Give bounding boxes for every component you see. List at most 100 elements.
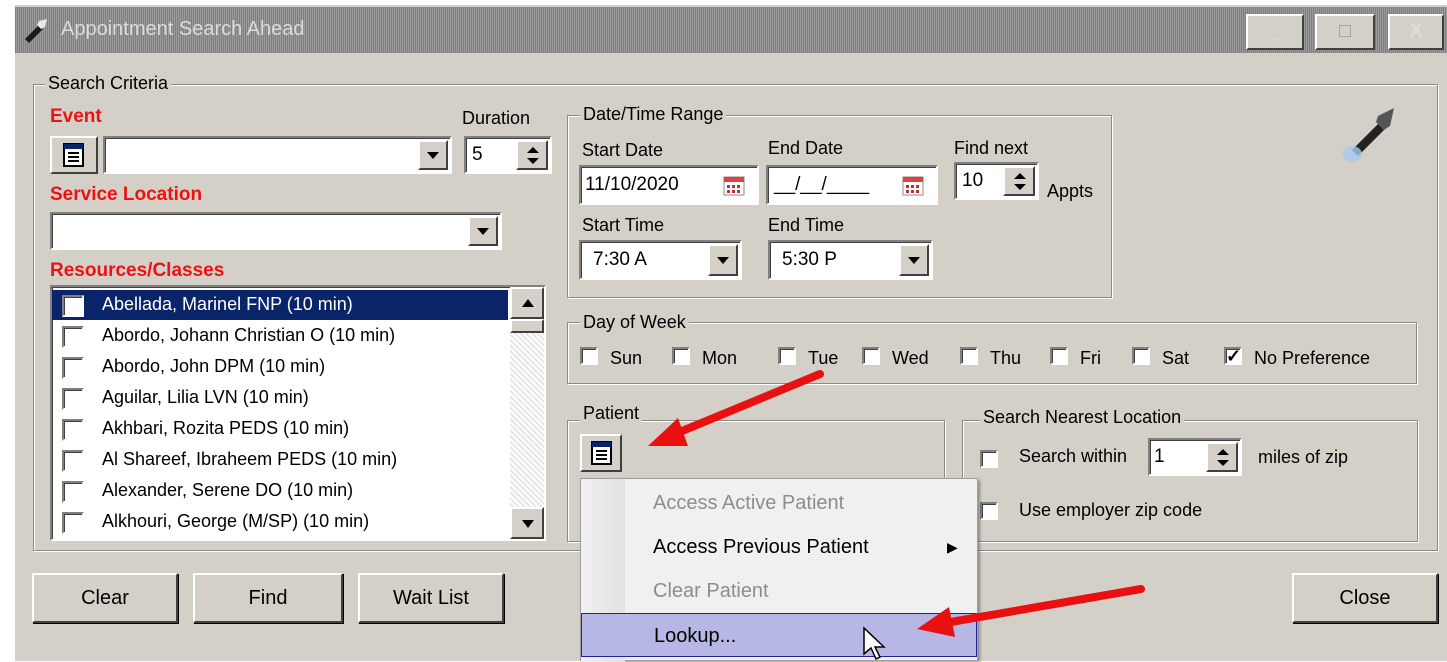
event-dropdown-arrow[interactable] bbox=[418, 140, 448, 170]
find-button[interactable]: Find bbox=[193, 573, 343, 623]
resources-scrollbar[interactable] bbox=[510, 287, 544, 539]
resource-list-item[interactable]: Abordo, John DPM (10 min) bbox=[52, 352, 508, 382]
title-bar[interactable]: Appointment Search Ahead _ □ X bbox=[15, 7, 1447, 53]
duration-value: 5 bbox=[472, 144, 483, 165]
use-employer-zip-label: Use employer zip code bbox=[1019, 500, 1203, 520]
duration-spinner[interactable]: 5 bbox=[464, 136, 552, 174]
resource-list-item[interactable]: Alkhouri, George (M/SP) (10 min) bbox=[52, 507, 508, 537]
end-date-value: __/__/____ bbox=[774, 174, 870, 195]
resource-list-item[interactable]: Abellada, Marinel FNP (10 min) bbox=[52, 290, 508, 320]
search-within-value: 1 bbox=[1154, 446, 1165, 467]
appts-label: Appts bbox=[1047, 181, 1094, 201]
resource-checkbox[interactable] bbox=[62, 326, 84, 348]
menu-item-access-active-patient[interactable]: Access Active Patient bbox=[581, 481, 977, 525]
resource-checkbox[interactable] bbox=[62, 357, 84, 379]
day-label: No Preference bbox=[1254, 348, 1371, 368]
document-list-icon bbox=[63, 143, 84, 167]
menu-item-access-previous-patient[interactable]: Access Previous Patient ▶ bbox=[581, 525, 977, 569]
menu-item-label: Access Active Patient bbox=[653, 492, 845, 514]
use-employer-zip-checkbox[interactable] bbox=[980, 502, 998, 520]
start-time-label: Start Time bbox=[582, 215, 665, 235]
resource-checkbox[interactable] bbox=[62, 419, 84, 441]
service-location-label: Service Location bbox=[50, 184, 203, 205]
search-within-spinner[interactable]: 1 bbox=[1148, 438, 1242, 476]
resource-list-item[interactable]: Abordo, Johann Christian O (10 min) bbox=[52, 321, 508, 351]
resources-list-rows: Abellada, Marinel FNP (10 min) Abordo, Jo… bbox=[52, 287, 510, 539]
day-checkbox-sat[interactable] bbox=[1132, 347, 1150, 365]
resource-label: Alkhouri, George (M/SP) (10 min) bbox=[102, 511, 370, 531]
day-label: Thu bbox=[990, 348, 1022, 368]
event-lookup-button[interactable] bbox=[50, 136, 98, 174]
start-date-value: 11/10/2020 bbox=[585, 174, 679, 195]
resource-checkbox[interactable] bbox=[62, 512, 84, 534]
menu-item-label: Lookup... bbox=[654, 625, 737, 647]
day-checkbox-no-preference[interactable]: ✓ bbox=[1224, 347, 1242, 365]
arrow-annotation-icon bbox=[917, 585, 1145, 637]
find-next-label: Find next bbox=[954, 138, 1029, 158]
minimize-button[interactable]: _ bbox=[1246, 14, 1304, 50]
duration-spin-buttons[interactable] bbox=[516, 140, 548, 170]
calendar-icon[interactable] bbox=[723, 176, 745, 196]
resource-checkbox[interactable] bbox=[62, 481, 84, 503]
miles-of-zip-label: miles of zip bbox=[1258, 447, 1349, 467]
resource-list-item[interactable]: Akhbari, Rozita PEDS (10 min) bbox=[52, 414, 508, 444]
service-location-dropdown[interactable] bbox=[50, 212, 502, 250]
resource-checkbox[interactable] bbox=[62, 388, 84, 410]
flashlight-icon bbox=[1342, 108, 1394, 162]
day-label: Wed bbox=[892, 348, 929, 368]
menu-item-label: Clear Patient bbox=[653, 580, 769, 602]
start-time-dropdown-arrow[interactable] bbox=[708, 244, 738, 276]
start-time-dropdown[interactable]: 7:30 A bbox=[579, 240, 742, 280]
day-label: Sat bbox=[1162, 348, 1190, 368]
spin-arrows-icon bbox=[1014, 173, 1026, 190]
window-title: Appointment Search Ahead bbox=[61, 18, 305, 40]
wait-list-button[interactable]: Wait List bbox=[358, 573, 504, 623]
spin-arrows-icon bbox=[527, 147, 539, 164]
event-label: Event bbox=[50, 106, 102, 127]
menu-item-label: Access Previous Patient bbox=[653, 536, 869, 558]
day-of-week-label: Day of Week bbox=[580, 312, 689, 333]
resource-checkbox[interactable] bbox=[62, 295, 84, 317]
day-checkbox-thu[interactable] bbox=[960, 347, 978, 365]
end-date-field[interactable]: __/__/____ bbox=[766, 165, 938, 205]
resources-list[interactable]: Abellada, Marinel FNP (10 min) Abordo, Jo… bbox=[50, 285, 546, 541]
search-within-label: Search within bbox=[1019, 446, 1128, 466]
find-next-value: 10 bbox=[962, 170, 984, 191]
arrow-down-icon bbox=[522, 520, 534, 528]
find-next-spinner[interactable]: 10 bbox=[954, 162, 1039, 200]
document-list-icon bbox=[591, 441, 612, 465]
resource-list-item[interactable]: Aguilar, Lilia LVN (10 min) bbox=[52, 383, 508, 413]
day-checkbox-fri[interactable] bbox=[1050, 347, 1068, 365]
clear-button[interactable]: Clear bbox=[32, 573, 178, 623]
nearest-location-label: Search Nearest Location bbox=[980, 407, 1185, 428]
resource-list-item[interactable]: Al Shareef, Ibraheem PEDS (10 min) bbox=[52, 445, 508, 475]
start-date-field[interactable]: 11/10/2020 bbox=[579, 165, 759, 205]
end-time-dropdown[interactable]: 5:30 P bbox=[768, 240, 933, 280]
scroll-up-button[interactable] bbox=[510, 287, 544, 319]
day-checkbox-wed[interactable] bbox=[862, 347, 880, 365]
search-within-checkbox[interactable] bbox=[980, 450, 998, 468]
maximize-button[interactable]: □ bbox=[1315, 14, 1375, 50]
scroll-thumb[interactable] bbox=[510, 319, 544, 333]
resource-label: Alexander, Serene DO (10 min) bbox=[102, 480, 354, 500]
day-checkbox-sun[interactable] bbox=[580, 347, 598, 365]
resource-label: Abordo, John DPM (10 min) bbox=[102, 356, 326, 376]
close-window-button[interactable]: X bbox=[1388, 14, 1444, 50]
event-dropdown[interactable] bbox=[103, 136, 452, 174]
datetime-range-label: Date/Time Range bbox=[580, 104, 727, 125]
spin-arrows-icon bbox=[1217, 449, 1229, 466]
calendar-icon[interactable] bbox=[902, 176, 924, 196]
close-button[interactable]: Close bbox=[1292, 573, 1438, 623]
patient-menu-button[interactable] bbox=[580, 434, 622, 472]
resource-list-item[interactable]: Alexander, Serene DO (10 min) bbox=[52, 476, 508, 506]
search-within-spin-buttons[interactable] bbox=[1206, 442, 1238, 472]
scroll-down-button[interactable] bbox=[510, 507, 544, 539]
end-time-dropdown-arrow[interactable] bbox=[899, 244, 929, 276]
end-time-value: 5:30 P bbox=[782, 249, 837, 270]
service-location-dropdown-arrow[interactable] bbox=[468, 216, 498, 246]
find-next-spin-buttons[interactable] bbox=[1003, 166, 1035, 196]
resource-checkbox[interactable] bbox=[62, 450, 84, 472]
arrow-annotation-icon bbox=[648, 370, 824, 446]
resource-label: Abellada, Marinel FNP (10 min) bbox=[102, 294, 353, 314]
start-time-value: 7:30 A bbox=[593, 249, 647, 270]
